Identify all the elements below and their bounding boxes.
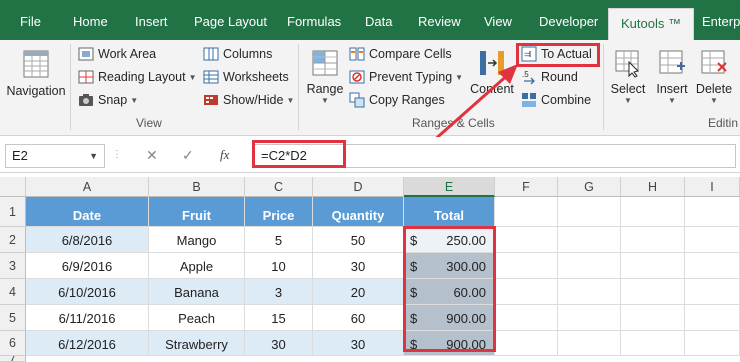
formula-input[interactable]: =C2*D2 xyxy=(252,144,736,168)
cell-price[interactable]: 15 xyxy=(245,305,313,331)
empty-cell[interactable] xyxy=(685,305,740,331)
row-header-5[interactable]: 5 xyxy=(0,305,26,331)
total-value: 250.00 xyxy=(446,233,486,248)
cell-quantity[interactable]: 30 xyxy=(313,331,404,356)
cell-date[interactable]: 6/11/2016 xyxy=(26,305,149,331)
header-quantity[interactable]: Quantity xyxy=(313,197,404,227)
cell-total[interactable]: $ 900.00 xyxy=(404,331,495,356)
total-value: 300.00 xyxy=(446,259,486,274)
currency-symbol: $ xyxy=(410,337,418,352)
cell-price[interactable]: 10 xyxy=(245,253,313,279)
empty-cell[interactable] xyxy=(621,279,685,305)
currency-symbol: $ xyxy=(410,233,418,248)
empty-cell[interactable] xyxy=(558,331,621,356)
cell-date[interactable]: 6/9/2016 xyxy=(26,253,149,279)
fx-icon[interactable]: fx xyxy=(220,147,229,163)
empty-cell[interactable] xyxy=(495,197,558,227)
currency-symbol: $ xyxy=(410,259,418,274)
row-header-1[interactable]: 1 xyxy=(0,197,26,227)
header-price[interactable]: Price xyxy=(245,197,313,227)
header-total[interactable]: Total xyxy=(404,197,495,227)
cell-date[interactable]: 6/8/2016 xyxy=(26,227,149,253)
cell-quantity[interactable]: 20 xyxy=(313,279,404,305)
empty-cell[interactable] xyxy=(558,253,621,279)
empty-cell[interactable] xyxy=(685,197,740,227)
cell-fruit[interactable]: Peach xyxy=(149,305,245,331)
cell-fruit[interactable]: Banana xyxy=(149,279,245,305)
cell-quantity[interactable]: 50 xyxy=(313,227,404,253)
formula-text: =C2*D2 xyxy=(261,148,307,163)
cell-total[interactable]: $ 300.00 xyxy=(404,253,495,279)
column-header-f[interactable]: F xyxy=(495,177,558,197)
empty-cell[interactable] xyxy=(621,331,685,356)
empty-cell[interactable] xyxy=(685,253,740,279)
empty-cell[interactable] xyxy=(558,279,621,305)
empty-cell[interactable] xyxy=(621,253,685,279)
name-box-value: E2 xyxy=(12,148,28,163)
row-header-7[interactable]: 7 xyxy=(0,356,26,362)
empty-cell[interactable] xyxy=(558,305,621,331)
cell-fruit[interactable]: Apple xyxy=(149,253,245,279)
currency-symbol: $ xyxy=(410,311,418,326)
empty-cell[interactable] xyxy=(558,227,621,253)
empty-cell[interactable] xyxy=(558,197,621,227)
empty-cell[interactable] xyxy=(621,197,685,227)
cell-fruit[interactable]: Mango xyxy=(149,227,245,253)
formula-controls: ✕ ✓ fx xyxy=(120,144,250,168)
empty-cell[interactable] xyxy=(621,305,685,331)
cancel-icon[interactable]: ✕ xyxy=(146,147,158,164)
cell-total[interactable]: $ 900.00 xyxy=(404,305,495,331)
cell-quantity[interactable]: 60 xyxy=(313,305,404,331)
enter-icon[interactable]: ✓ xyxy=(182,147,194,164)
empty-cell[interactable] xyxy=(495,305,558,331)
formula-bar: E2 ▼ ⋮ ✕ ✓ fx =C2*D2 xyxy=(0,137,740,173)
chevron-down-icon[interactable]: ▼ xyxy=(89,145,98,167)
cell-fruit[interactable]: Strawberry xyxy=(149,331,245,356)
cell-price[interactable]: 3 xyxy=(245,279,313,305)
empty-cell[interactable] xyxy=(495,253,558,279)
total-value: 900.00 xyxy=(446,311,486,326)
empty-cell[interactable] xyxy=(621,227,685,253)
header-date[interactable]: Date xyxy=(26,197,149,227)
cell-quantity[interactable]: 30 xyxy=(313,253,404,279)
empty-cell[interactable] xyxy=(495,331,558,356)
column-header-e[interactable]: E xyxy=(404,177,495,197)
row-header-6[interactable]: 6 xyxy=(0,331,26,356)
total-value: 900.00 xyxy=(446,337,486,352)
currency-symbol: $ xyxy=(410,285,418,300)
total-value: 60.00 xyxy=(453,285,486,300)
cell-date[interactable]: 6/12/2016 xyxy=(26,331,149,356)
empty-cell[interactable] xyxy=(495,227,558,253)
column-header-a[interactable]: A xyxy=(26,177,149,197)
cell-date[interactable]: 6/10/2016 xyxy=(26,279,149,305)
empty-cell[interactable] xyxy=(685,331,740,356)
row-header-2[interactable]: 2 xyxy=(0,227,26,253)
cell-total[interactable]: $ 60.00 xyxy=(404,279,495,305)
row-header-4[interactable]: 4 xyxy=(0,279,26,305)
cell-total[interactable]: $ 250.00 xyxy=(404,227,495,253)
column-header-d[interactable]: D xyxy=(313,177,404,197)
empty-cell[interactable] xyxy=(495,279,558,305)
name-box[interactable]: E2 ▼ xyxy=(5,144,105,168)
empty-cell[interactable] xyxy=(685,279,740,305)
empty-cell[interactable] xyxy=(685,227,740,253)
cell-price[interactable]: 5 xyxy=(245,227,313,253)
select-all-corner[interactable] xyxy=(0,177,26,197)
column-header-i[interactable]: I xyxy=(685,177,740,197)
cell-price[interactable]: 30 xyxy=(245,331,313,356)
column-header-h[interactable]: H xyxy=(621,177,685,197)
column-header-g[interactable]: G xyxy=(558,177,621,197)
column-header-c[interactable]: C xyxy=(245,177,313,197)
column-header-b[interactable]: B xyxy=(149,177,245,197)
header-fruit[interactable]: Fruit xyxy=(149,197,245,227)
row-header-3[interactable]: 3 xyxy=(0,253,26,279)
